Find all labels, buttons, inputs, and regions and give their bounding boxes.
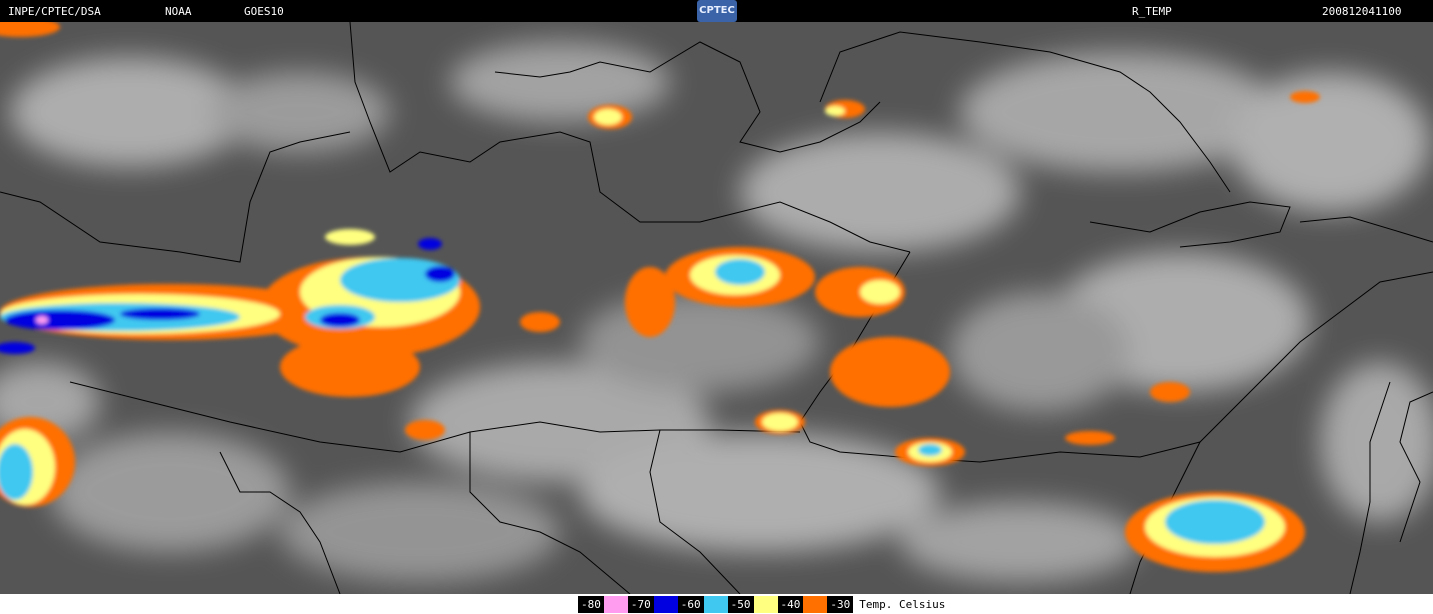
satellite-map[interactable] <box>0 22 1433 594</box>
legend-unit: Temp. Celsius <box>859 597 946 611</box>
product-label: R_TEMP <box>1132 5 1172 18</box>
cptec-logo: CPTEC <box>697 0 737 22</box>
satellite-label: GOES10 <box>244 5 284 18</box>
legend-swatch-2 <box>653 595 678 613</box>
legend-label-2: -70 <box>627 595 654 613</box>
datetime-label: 200812041100 <box>1322 5 1402 18</box>
legend-swatch-5 <box>803 595 828 613</box>
temperature-legend: -80 -70 -60 -50 -40 -30 Temp. Celsius <box>578 594 945 614</box>
legend-label-5: -40 <box>777 595 804 613</box>
agency-label: NOAA <box>165 5 192 18</box>
legend-label-3: -60 <box>677 595 704 613</box>
header-bar: INPE/CPTEC/DSA NOAA GOES10 CPTEC R_TEMP … <box>0 0 1433 22</box>
cells-minus-80 <box>36 316 48 324</box>
map-canvas <box>0 22 1433 594</box>
legend-label-6: -30 <box>827 595 854 613</box>
legend-swatch-4 <box>753 595 778 613</box>
legend-swatch-1 <box>603 595 628 613</box>
source-label: INPE/CPTEC/DSA <box>8 5 101 18</box>
legend-label-4: -50 <box>727 595 754 613</box>
legend-label-1: -80 <box>578 595 604 613</box>
legend-swatch-3 <box>703 595 728 613</box>
